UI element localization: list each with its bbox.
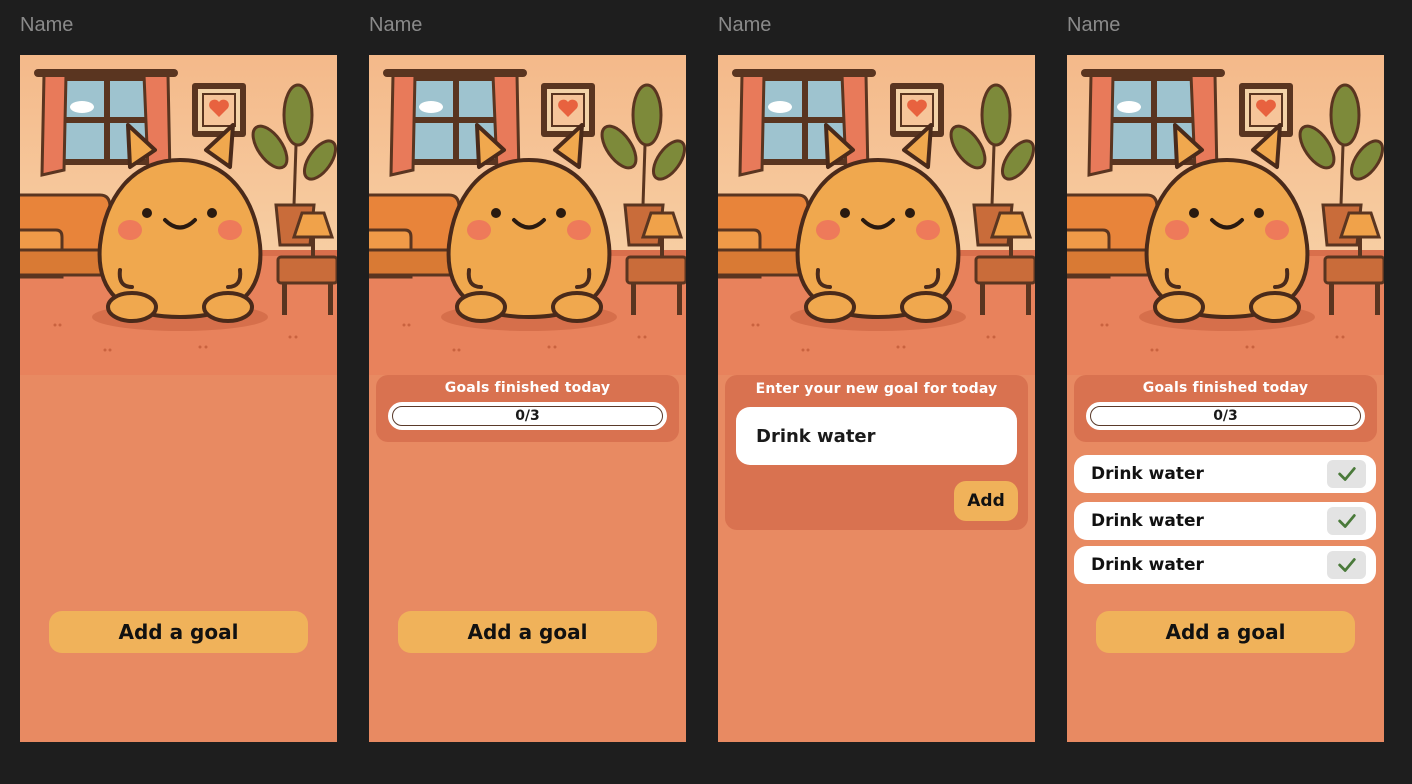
goal-label: Drink water [1091,555,1204,575]
new-goal-card-title: Enter your new goal for today [755,381,998,397]
progress-text: 0/3 [515,408,540,424]
complete-goal-button[interactable] [1327,460,1366,488]
phone-screen: Goals finished today 0/3 Add a goal [369,55,686,742]
add-goal-button[interactable]: Add a goal [49,611,308,653]
progress-bar: 0/3 [1086,402,1365,430]
goal-label: Drink water [1091,464,1204,484]
frame-title: Name [369,14,423,36]
phone-screen: Enter your new goal for today Drink wate… [718,55,1035,742]
progress-card: Goals finished today 0/3 [376,375,679,442]
frame-title: Name [1067,14,1121,36]
frame-3: Name Enter your new goal for today Drink… [718,0,1035,784]
goal-label: Drink water [1091,511,1204,531]
add-goal-button[interactable]: Add a goal [398,611,657,653]
progress-card-title: Goals finished today [444,380,611,396]
new-goal-card: Enter your new goal for today Drink wate… [725,375,1028,530]
phone-screen: Goals finished today 0/3 Drink water Dri… [1067,55,1384,742]
complete-goal-button[interactable] [1327,507,1366,535]
frame-title: Name [20,14,74,36]
room-illustration [369,55,686,375]
frame-2: Name Goals finished today 0/3 Add a goal [369,0,686,784]
goal-list-item[interactable]: Drink water [1074,502,1376,540]
checkmark-icon [1336,463,1358,485]
frame-1: Name Add a goal [20,0,337,784]
room-illustration [20,55,337,375]
goal-list-item[interactable]: Drink water [1074,546,1376,584]
room-illustration [718,55,1035,375]
progress-bar: 0/3 [388,402,667,430]
goal-list-item[interactable]: Drink water [1074,455,1376,493]
progress-card: Goals finished today 0/3 [1074,375,1377,442]
phone-screen: Add a goal [20,55,337,742]
room-illustration [1067,55,1384,375]
progress-card-title: Goals finished today [1142,380,1309,396]
frame-title: Name [718,14,772,36]
add-goal-button[interactable]: Add a goal [1096,611,1355,653]
goal-input[interactable]: Drink water [736,407,1017,465]
checkmark-icon [1336,510,1358,532]
frame-4: Name Goals finished today 0/3 Drink wate… [1067,0,1384,784]
add-button[interactable]: Add [954,481,1018,521]
checkmark-icon [1336,554,1358,576]
progress-text: 0/3 [1213,408,1238,424]
complete-goal-button[interactable] [1327,551,1366,579]
